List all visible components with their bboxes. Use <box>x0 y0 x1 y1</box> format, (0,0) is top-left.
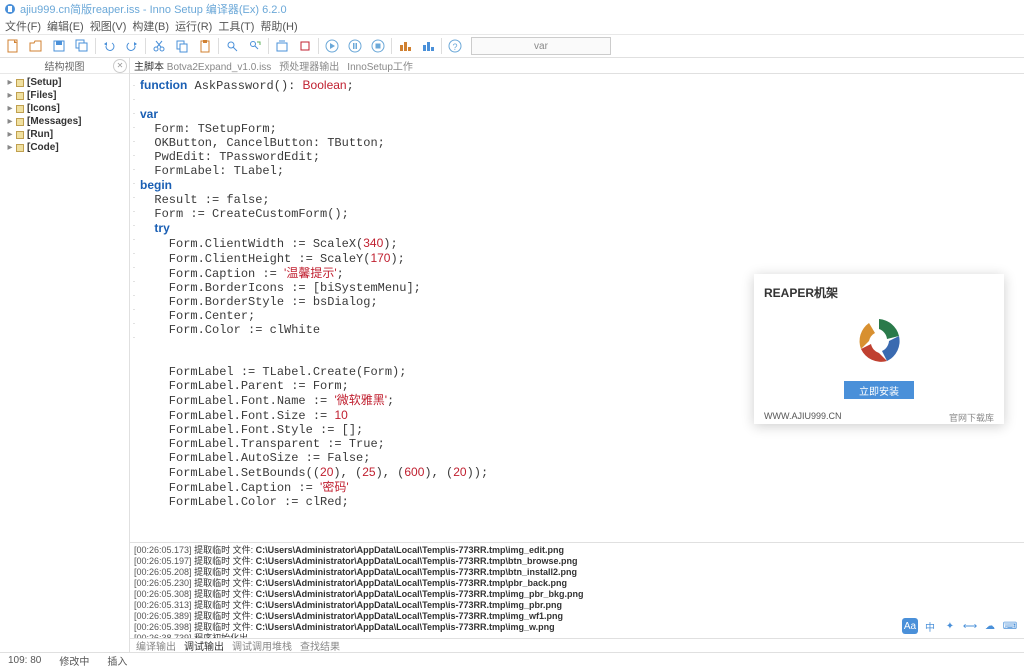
modified-status: 修改中 <box>59 653 89 668</box>
preview-link[interactable]: 官网下载库 <box>949 411 994 424</box>
tray-icon-3[interactable]: ✦ <box>942 618 958 634</box>
app-icon <box>4 3 16 15</box>
editor-tabs: 主脚本 Botva2Expand_v1.0.iss 预处理器输出 InnoSet… <box>130 58 1024 74</box>
sidebar-header: 结构视图 ✕ <box>0 58 129 74</box>
find-button[interactable] <box>221 36 243 56</box>
output-tab[interactable]: 编译输出 <box>136 638 176 653</box>
menu-item[interactable]: 帮助(H) <box>257 18 300 34</box>
replace-button[interactable] <box>244 36 266 56</box>
run-button[interactable] <box>321 36 343 56</box>
code-editor[interactable]: · · · · · · · · · · · · · · · · · · · fu… <box>130 74 1024 542</box>
toolbar: ? <box>0 34 1024 58</box>
structure-tree: ▸[Setup]▸[Files]▸[Icons]▸[Messages]▸[Run… <box>0 74 129 156</box>
tree-item[interactable]: ▸[Icons] <box>0 102 129 115</box>
preview-window: REAPER机架 立即安装 WWW.AJIU999.CN 官网下载库 <box>754 274 1004 424</box>
compile-button[interactable] <box>271 36 293 56</box>
preview-url: WWW.AJIU999.CN <box>764 411 842 424</box>
stop-run-button[interactable] <box>367 36 389 56</box>
sidebar: 结构视图 ✕ ▸[Setup]▸[Files]▸[Icons]▸[Message… <box>0 58 130 652</box>
tree-item[interactable]: ▸[Files] <box>0 89 129 102</box>
redo-button[interactable] <box>121 36 143 56</box>
preview-logo <box>849 311 909 371</box>
copy-button[interactable] <box>171 36 193 56</box>
tab-preprocessor[interactable]: 预处理器输出 <box>279 58 339 73</box>
undo-button[interactable] <box>98 36 120 56</box>
search-field[interactable] <box>471 37 611 55</box>
insert-mode: 插入 <box>107 653 127 668</box>
menu-item[interactable]: 文件(F) <box>2 18 44 34</box>
menu-item[interactable]: 视图(V) <box>87 18 130 34</box>
title-bar: ajiu999.cn简版reaper.iss - Inno Setup 编译器(… <box>0 0 1024 18</box>
preview-install-button[interactable]: 立即安装 <box>844 381 914 399</box>
tree-item[interactable]: ▸[Code] <box>0 141 129 154</box>
preview-title: REAPER机架 <box>764 284 994 301</box>
help-button[interactable]: ? <box>444 36 466 56</box>
tree-item[interactable]: ▸[Setup] <box>0 76 129 89</box>
cut-button[interactable] <box>148 36 170 56</box>
menu-item[interactable]: 工具(T) <box>215 18 257 34</box>
target2-button[interactable] <box>417 36 439 56</box>
tray-icon-5[interactable]: ☁ <box>982 618 998 634</box>
tab-main-script[interactable]: 主脚本 Botva2Expand_v1.0.iss <box>134 58 271 73</box>
tray-icon-4[interactable]: ⟷ <box>962 618 978 634</box>
menu-bar: 文件(F)编辑(E)视图(V)构建(B)运行(R)工具(T)帮助(H) <box>0 18 1024 34</box>
output-tab[interactable]: 调试调用堆栈 <box>232 638 292 653</box>
window-title: ajiu999.cn简版reaper.iss - Inno Setup 编译器(… <box>20 1 287 17</box>
pause-button[interactable] <box>344 36 366 56</box>
output-panel[interactable]: [00:26:05.173] 提取临时 文件: C:\Users\Adminis… <box>130 542 1024 638</box>
output-tab[interactable]: 查找结果 <box>300 638 340 653</box>
output-tabs: 编译输出调试输出调试调用堆栈查找结果 <box>130 638 1024 652</box>
tray-icon-1[interactable]: Aa <box>902 618 918 634</box>
menu-item[interactable]: 运行(R) <box>172 18 215 34</box>
menu-item[interactable]: 编辑(E) <box>44 18 87 34</box>
target-button[interactable] <box>394 36 416 56</box>
tray-icons: Aa 中 ✦ ⟷ ☁ ⌨ <box>902 618 1018 634</box>
stop-button[interactable] <box>294 36 316 56</box>
tray-icon-6[interactable]: ⌨ <box>1002 618 1018 634</box>
tab-innosetup[interactable]: InnoSetup工作 <box>347 58 413 73</box>
open-file-button[interactable] <box>25 36 47 56</box>
tray-icon-2[interactable]: 中 <box>922 618 938 634</box>
tree-item[interactable]: ▸[Run] <box>0 128 129 141</box>
new-file-button[interactable] <box>2 36 24 56</box>
paste-button[interactable] <box>194 36 216 56</box>
svg-text:?: ? <box>452 42 457 52</box>
tree-item[interactable]: ▸[Messages] <box>0 115 129 128</box>
cursor-position: 109: 80 <box>8 655 41 666</box>
save-button[interactable] <box>48 36 70 56</box>
output-tab[interactable]: 调试输出 <box>184 638 224 653</box>
status-bar: 109: 80 修改中 插入 <box>0 652 1024 668</box>
menu-item[interactable]: 构建(B) <box>129 18 172 34</box>
sidebar-close-icon[interactable]: ✕ <box>113 59 127 73</box>
sidebar-title: 结构视图 <box>45 58 85 73</box>
save-all-button[interactable] <box>71 36 93 56</box>
